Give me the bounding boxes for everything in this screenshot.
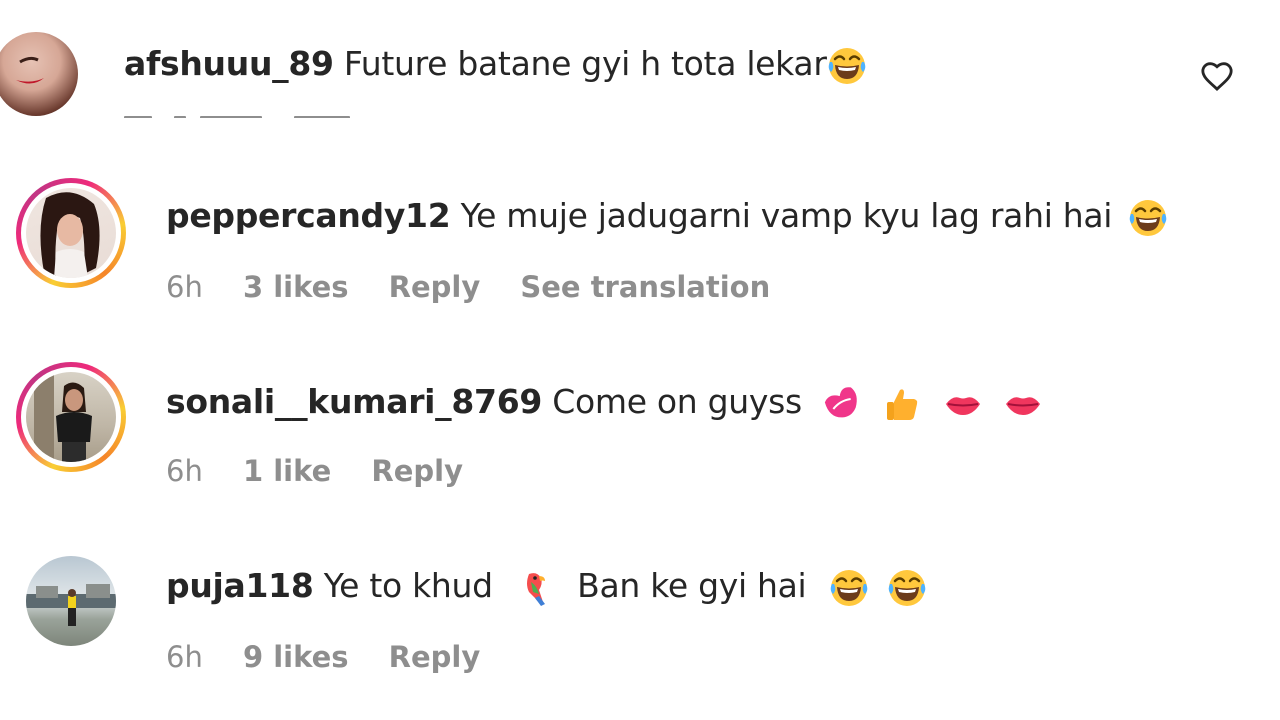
reply-button[interactable]: Reply (389, 270, 481, 304)
face-with-tears-of-joy-icon (827, 46, 867, 86)
comment-body: Ye to khud (323, 566, 493, 605)
face-with-tears-of-joy-icon (829, 568, 869, 608)
likes-count[interactable]: 9 likes (243, 640, 349, 674)
lips-icon (943, 384, 983, 424)
story-ring[interactable] (16, 178, 126, 288)
lips-icon (1003, 384, 1043, 424)
comment-username[interactable]: sonali__kumari_8769 (166, 382, 542, 421)
reply-button[interactable]: Reply (389, 640, 481, 674)
comment-body: Come on guyss (552, 382, 802, 421)
comment-text: afshuuu_89 Future batane gyi h tota leka… (124, 44, 867, 86)
story-ring[interactable] (16, 362, 126, 472)
comment-text: peppercandy12 Ye muje jadugarni vamp kyu… (166, 196, 1168, 238)
avatar (26, 372, 116, 462)
parrot-icon (515, 568, 555, 608)
comment-username[interactable]: afshuuu_89 (124, 44, 334, 83)
avatar[interactable] (0, 32, 78, 116)
comment-body-continued: Ban ke gyi hai (577, 566, 807, 605)
comment-username[interactable]: puja118 (166, 566, 314, 605)
reply-button[interactable]: Reply (371, 454, 463, 488)
likes-count[interactable]: 3 likes (243, 270, 349, 304)
comment-time: 6h (166, 270, 203, 304)
comment-time: 6h (166, 640, 203, 674)
comment-text: puja118 Ye to khud Ban ke gyi hai (166, 566, 927, 608)
see-translation-button[interactable]: See translation (520, 270, 770, 304)
comment-meta: 6h 3 likes Reply See translation (166, 270, 800, 304)
likes-count[interactable]: 1 like (243, 454, 331, 488)
comment-username[interactable]: peppercandy12 (166, 196, 451, 235)
face-with-tears-of-joy-icon (1128, 198, 1168, 238)
comments-panel: afshuuu_89 Future batane gyi h tota leka… (0, 0, 1280, 720)
comment-body: Future batane gyi h tota lekar (343, 44, 827, 83)
kiss-mark-icon (822, 384, 862, 424)
heart-icon[interactable] (1200, 60, 1234, 94)
comment-body: Ye muje jadugarni vamp kyu lag rahi hai (460, 196, 1113, 235)
comment-meta-cut (124, 108, 384, 118)
avatar (26, 188, 116, 278)
comment-meta: 6h 9 likes Reply (166, 640, 510, 674)
face-with-tears-of-joy-icon (887, 568, 927, 608)
thumbs-up-icon (882, 384, 922, 424)
comment-text: sonali__kumari_8769 Come on guyss (166, 382, 1043, 424)
comment-time: 6h (166, 454, 203, 488)
comment-meta: 6h 1 like Reply (166, 454, 493, 488)
avatar[interactable] (26, 556, 116, 646)
